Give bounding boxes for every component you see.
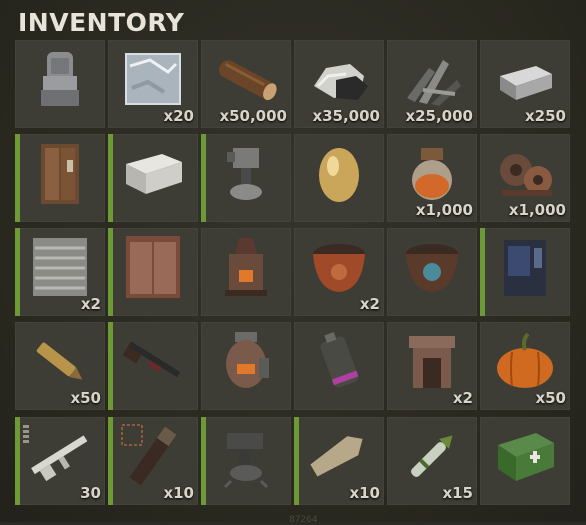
inventory-slot[interactable]: x1,000 — [387, 134, 477, 222]
footer-code: 87264 — [289, 515, 318, 525]
inventory-title: INVENTORY — [18, 8, 185, 37]
slot-quantity: x25,000 — [405, 107, 473, 125]
slot-condition-bar — [15, 228, 20, 316]
slot-quantity: x50,000 — [219, 107, 287, 125]
rocket-ammo-icon — [411, 435, 453, 477]
oil-refinery-icon — [226, 332, 269, 388]
slot-quantity: x50 — [535, 389, 566, 407]
inventory-slot[interactable] — [108, 322, 198, 410]
double-door-icon — [126, 236, 180, 298]
hotbar-slot[interactable]: x10 — [294, 417, 384, 505]
slot-quantity: x35,000 — [312, 107, 380, 125]
inventory-slot[interactable]: x50,000 — [201, 40, 291, 128]
wooden-locker-icon — [41, 144, 79, 204]
stone-ore-icon — [314, 64, 368, 100]
hotbar-slot[interactable]: 30 — [15, 417, 105, 505]
slot-quantity: x1,000 — [508, 201, 566, 219]
gears-icon — [500, 154, 552, 196]
metal-fragments-block-icon — [125, 53, 181, 105]
slot-quantity: x250 — [525, 107, 566, 125]
smoke-grenade-icon — [320, 332, 359, 388]
fireplace-icon — [409, 336, 455, 388]
sam-turret-icon — [223, 433, 269, 489]
inventory-slot[interactable] — [201, 134, 291, 222]
stone-throne-icon — [41, 52, 79, 106]
inventory-slot[interactable]: x250 — [480, 40, 570, 128]
assault-rifle-icon — [31, 435, 88, 482]
inventory-slot[interactable]: x1,000 — [480, 134, 570, 222]
slot-condition-bar — [201, 417, 206, 505]
inventory-slot[interactable]: x2 — [294, 228, 384, 316]
slot-quantity: 30 — [80, 484, 101, 502]
golden-egg-icon — [319, 148, 359, 202]
auto-turret-icon — [227, 148, 262, 200]
slot-condition-bar — [15, 417, 20, 505]
inventory-slot[interactable] — [294, 134, 384, 222]
inventory-slot[interactable] — [480, 228, 570, 316]
slot-condition-bar — [201, 134, 206, 222]
slot-quantity: x2 — [80, 295, 101, 313]
slot-quantity: x2 — [452, 389, 473, 407]
inventory-slot[interactable]: x2 — [387, 322, 477, 410]
pump-shotgun-icon — [122, 341, 181, 378]
slot-quantity: x10 — [163, 484, 194, 502]
white-box-icon — [126, 154, 182, 194]
inventory-grid: x20 x50,000 x35,000 x25,000 x250 x1,000 x1,000… — [15, 40, 570, 410]
slot-quantity: x50 — [70, 389, 101, 407]
low-grade-fuel-jar-icon — [412, 148, 452, 200]
inventory-slot[interactable]: x35,000 — [294, 40, 384, 128]
hotbar-slot[interactable] — [201, 417, 291, 505]
furnace-icon — [225, 238, 267, 296]
wooden-coffin-icon — [310, 436, 363, 477]
inventory-slot[interactable] — [201, 228, 291, 316]
slot-condition-bar — [108, 417, 113, 505]
slot-condition-bar — [108, 322, 113, 410]
inventory-slot[interactable]: x2 — [15, 228, 105, 316]
slot-quantity: x10 — [349, 484, 380, 502]
slot-condition-bar — [108, 134, 113, 222]
inventory-slot[interactable] — [15, 134, 105, 222]
rocket-launcher-icon — [121, 424, 177, 486]
inventory-slot[interactable] — [108, 228, 198, 316]
blue-planter-pot-icon — [406, 244, 458, 292]
vending-machine-icon — [504, 240, 546, 296]
inventory-slot[interactable]: x25,000 — [387, 40, 477, 128]
inventory-slot[interactable]: x50 — [480, 322, 570, 410]
metal-scrap-pile-icon — [407, 60, 461, 106]
slot-quantity: x15 — [442, 484, 473, 502]
inventory-slot[interactable] — [108, 134, 198, 222]
hotbar-slot[interactable]: x10 — [108, 417, 198, 505]
slot-condition-bar — [15, 134, 20, 222]
inventory-slot[interactable] — [15, 40, 105, 128]
slot-quantity: x1,000 — [415, 201, 473, 219]
metal-ingot-icon — [500, 66, 552, 100]
slot-condition-bar — [294, 417, 299, 505]
inventory-slot[interactable]: x20 — [108, 40, 198, 128]
inventory-slot[interactable] — [201, 322, 291, 410]
inventory-slot[interactable]: x50 — [15, 322, 105, 410]
slot-condition-bar — [108, 228, 113, 316]
inventory-slot[interactable] — [387, 228, 477, 316]
wood-log-icon — [218, 60, 277, 101]
slot-condition-bar — [480, 228, 485, 316]
slot-quantity: x2 — [359, 295, 380, 313]
hotbar-slot[interactable]: x15 — [387, 417, 477, 505]
red-planter-pot-icon — [313, 244, 365, 292]
rifle-ammo-icon — [36, 342, 83, 380]
hotbar-slot[interactable] — [480, 417, 570, 505]
pumpkin-icon — [497, 332, 553, 388]
hotbar-grid: 30 x10 x10 x15 — [15, 417, 570, 505]
garage-door-icon — [33, 238, 87, 296]
inventory-panel: INVENTORY x20 x50,000 x35,000 x25,000 x250 x1… — [0, 0, 586, 525]
slot-quantity: x20 — [163, 107, 194, 125]
medical-crate-icon — [498, 433, 554, 481]
inventory-slot[interactable] — [294, 322, 384, 410]
